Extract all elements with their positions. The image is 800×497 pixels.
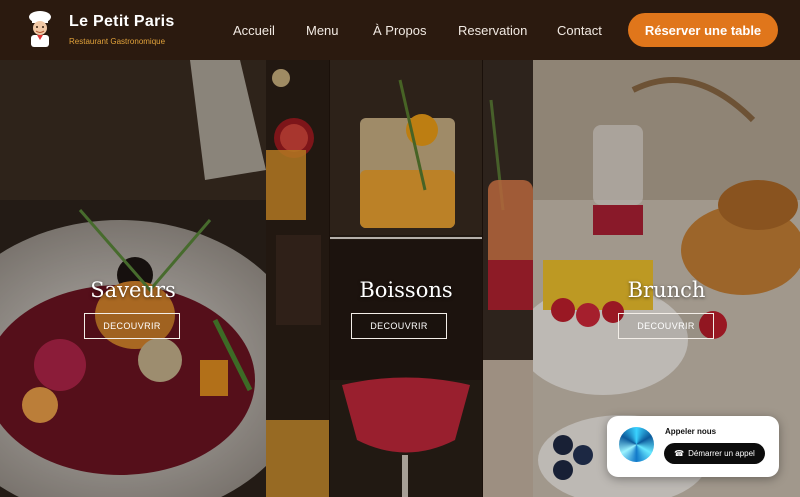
panel-drinks-strip [266,60,329,497]
panel-saveurs[interactable]: Saveurs DECOUVRIR [0,60,266,497]
panel-brunch-strip [483,60,533,497]
nav-contact[interactable]: Contact [557,23,602,38]
start-call-label: Démarrer un appel [688,449,755,458]
start-call-button[interactable]: ☎ Démarrer un appel [664,443,765,464]
site-header: Le Petit Paris Restaurant Gastronomique … [0,0,800,60]
voice-orb-icon [619,427,654,462]
nav-a-propos[interactable]: À Propos [373,23,426,38]
panel-boissons[interactable]: Boissons DECOUVRIR [330,60,482,497]
reserve-table-button[interactable]: Réserver une table [628,13,778,47]
brand: Le Petit Paris Restaurant Gastronomique [69,13,175,46]
drinks-strip-image [266,60,329,497]
nav-menu[interactable]: Menu [306,23,339,38]
logo[interactable] [26,10,54,48]
call-widget: Appeler nous ☎ Démarrer un appel [607,416,779,477]
brand-tagline: Restaurant Gastronomique [69,37,166,46]
panel-title-brunch: Brunch [627,278,706,302]
brunch-strip-image [483,60,533,497]
panel-title-saveurs: Saveurs [90,278,176,302]
discover-saveurs-button[interactable]: DECOUVRIR [84,313,180,339]
call-widget-label: Appeler nous [665,427,717,436]
brand-name: Le Petit Paris [69,13,175,30]
nav-accueil[interactable]: Accueil [233,23,275,38]
discover-brunch-button[interactable]: DECOUVRIR [618,313,714,339]
phone-icon: ☎ [674,449,685,458]
panel-title-boissons: Boissons [359,278,453,302]
chef-logo-icon [29,11,51,47]
nav-reservation[interactable]: Reservation [458,23,527,38]
discover-boissons-button[interactable]: DECOUVRIR [351,313,447,339]
